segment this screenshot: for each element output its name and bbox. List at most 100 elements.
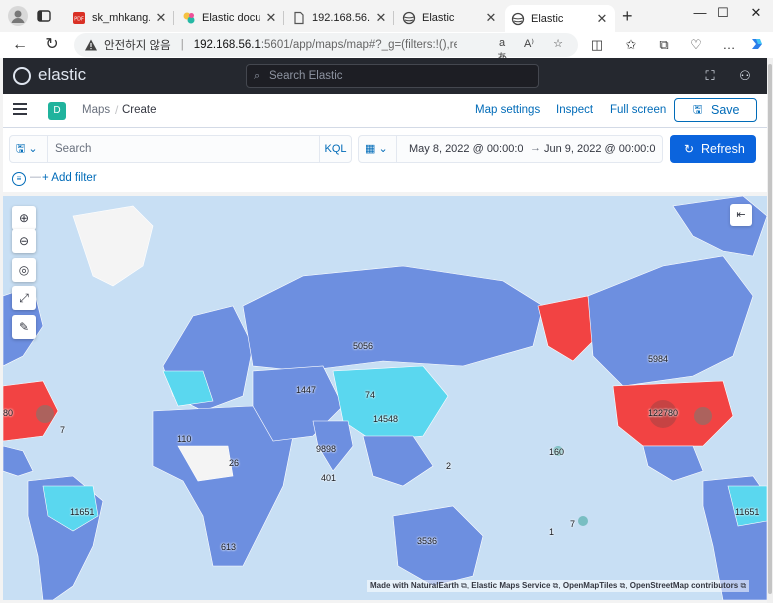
world-map [3,196,767,600]
save-button[interactable]: 🖫 Save [674,98,757,122]
zoom-out-button[interactable]: ⊖ [12,229,36,253]
map-label: 2 [446,461,452,471]
map-label: 7 [60,425,66,435]
close-icon[interactable]: ✕ [484,10,498,26]
close-icon[interactable]: ✕ [595,11,609,27]
query-bar: 🖫 ⌄ Search KQL ▦ ⌄ May 8, 2022 @ 00:00:0… [3,128,767,192]
map-label: 401 [321,473,337,483]
refresh-button[interactable]: ↻ Refresh [670,135,756,163]
url-host: 192.168.56.1 [193,39,261,51]
layer-control-icon[interactable]: ⇤ [730,204,752,226]
address-bar[interactable]: 안전하지 않음 | 192.168.56.1 :5601/app/maps/ma… [74,33,578,64]
browser-essentials-icon[interactable]: ♡ [687,36,705,54]
tab-title: sk_mhkang.pdf [92,12,150,24]
map-label: 26 [229,458,240,468]
elastic-logo-icon[interactable] [13,67,31,85]
map-label: 110 [177,434,192,444]
close-window-button[interactable]: ✕ [733,0,773,28]
pdf-icon: PDF [72,11,86,25]
filter-options-icon[interactable]: ≡ [12,172,26,186]
breadcrumb-create: Create [122,104,157,116]
refresh-icon: ↻ [684,142,695,156]
tab-elastic-docs[interactable]: Elastic documen ✕ [176,5,284,31]
close-icon[interactable]: ✕ [264,10,278,26]
map-label: 3536 [417,536,438,546]
copilot-icon[interactable] [748,36,766,54]
calendar-icon[interactable]: ▦ ⌄ [359,136,397,162]
full-screen-button[interactable]: Full screen [610,104,666,116]
tab-actions-icon[interactable] [36,8,52,24]
global-search-input[interactable]: ⌕ Search Elastic [246,64,539,88]
query-input[interactable]: 🖫 ⌄ Search KQL [9,135,352,163]
map-label: 14548 [373,414,399,424]
map-label: 5056 [353,341,374,351]
translate-icon[interactable]: aあ [494,37,510,64]
reload-icon[interactable]: ↻ [40,34,64,56]
address-toolbar: ← ↻ 안전하지 않음 | 192.168.56.1 :5601/app/map… [0,32,773,64]
map-label: 11651 [70,507,95,517]
space-avatar[interactable]: D [48,102,66,120]
tab-page[interactable]: 192.168.56.1:92 ✕ [286,5,394,31]
map-label: 5984 [648,354,669,364]
elastic-icon [402,11,416,25]
map-label: 160 [549,447,565,457]
map-canvas[interactable]: 5056 5984 122780 14548 11651 11651 3536 … [3,196,767,600]
tab-pdf[interactable]: PDF sk_mhkang.pdf ✕ [66,5,174,31]
ems-link[interactable]: Elastic Maps Service [471,581,550,590]
inspect-button[interactable]: Inspect [556,104,593,116]
elastic-brand[interactable]: elastic [38,65,86,85]
map-settings-button[interactable]: Map settings [475,104,540,116]
collections-icon[interactable]: ⧉ [655,36,673,54]
close-icon[interactable]: ✕ [154,10,168,26]
tab-title: Elastic [531,12,564,25]
osm-link[interactable]: OpenStreetMap contributors [630,581,738,590]
url-path: :5601/app/maps/map#?_g=(filters:!(),refr… [260,39,457,51]
add-filter-button[interactable]: + Add filter [42,172,97,184]
tab-elastic-active[interactable]: Elastic ✕ [505,5,615,32]
more-options-icon[interactable]: … [720,36,738,54]
reset-view-button[interactable]: ◎ [12,258,36,282]
map-label: 7 [570,519,576,529]
search-icon: ⌕ [254,70,261,82]
profile-avatar-icon[interactable] [8,6,28,26]
map-label: 122780 [648,408,679,418]
back-arrow-icon[interactable]: ← [8,34,32,56]
map-label: 613 [221,542,237,552]
map-label: 9898 [316,444,337,454]
security-status[interactable]: 안전하지 않음 [104,37,171,53]
date-picker[interactable]: ▦ ⌄ May 8, 2022 @ 00:00:0 → Jun 9, 2022 … [358,135,663,163]
help-menu-icon[interactable]: ⛶ [701,67,719,85]
map-label: 1447 [296,385,317,395]
breadcrumb-maps[interactable]: Maps [82,104,110,116]
start-date[interactable]: May 8, 2022 @ 00:00:0 [409,143,523,155]
saved-query-button[interactable]: 🖫 ⌄ [10,136,48,162]
kql-toggle-button[interactable]: KQL [319,136,351,162]
user-menu-icon[interactable]: ⚇ [736,67,754,85]
tab-title: Elastic documen [202,12,260,24]
map-label: 74 [365,390,376,400]
close-icon[interactable]: ✕ [374,10,388,26]
elastic-docs-icon [182,11,196,25]
map-label: 80 [3,408,14,418]
arrow-right-icon: → [530,142,541,154]
elastic-icon [511,12,525,26]
page-icon [292,11,306,25]
favorites-icon[interactable]: ✩ [622,36,640,54]
breadcrumb-separator: / [115,103,119,117]
search-input[interactable]: Search [55,143,91,155]
zoom-in-button[interactable]: ⊕ [12,206,36,230]
warning-icon [84,38,98,52]
app-header: D Maps / Create Map settings Inspect Ful… [3,94,767,128]
page-scrollbar[interactable] [767,58,773,603]
split-screen-icon[interactable]: ◫ [588,36,606,54]
omt-link[interactable]: OpenMapTiles [563,581,618,590]
hamburger-menu-icon[interactable] [13,103,27,117]
fit-to-data-button[interactable]: ⤢ [12,286,36,310]
favorite-star-icon[interactable]: ☆ [550,37,566,53]
elastic-header: elastic ⌕ Search Elastic ⛶ ⚇ [3,58,767,94]
tab-elastic[interactable]: Elastic ✕ [396,5,504,31]
end-date[interactable]: Jun 9, 2022 @ 00:00:0 [544,143,660,155]
new-tab-button[interactable]: + [622,7,633,25]
read-aloud-icon[interactable]: A⁾ [521,37,537,53]
draw-tools-button[interactable]: ✎ [12,315,36,339]
